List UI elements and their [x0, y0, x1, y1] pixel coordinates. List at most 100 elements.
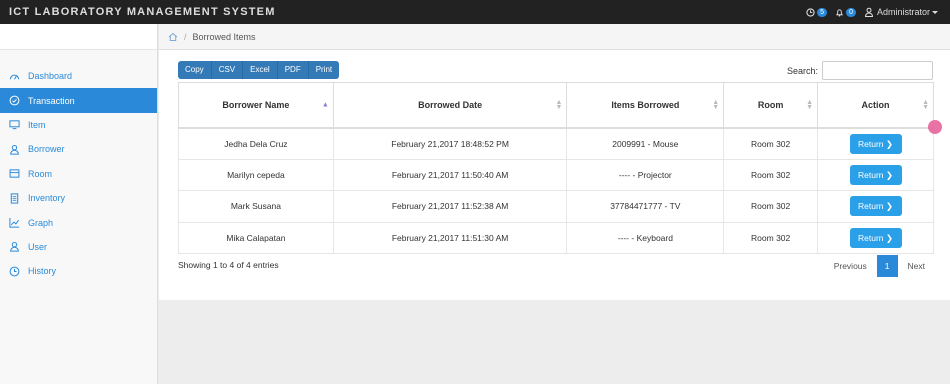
- sidebar-item-history[interactable]: History: [0, 259, 157, 283]
- sidebar-item-borrower[interactable]: Borrower: [0, 137, 157, 161]
- column-header-action[interactable]: Action ▲ ▼: [817, 82, 934, 129]
- pdf-button[interactable]: PDF: [277, 61, 309, 79]
- print-button[interactable]: Print: [308, 61, 340, 79]
- clock-badge: 5: [817, 7, 828, 17]
- cell-room: Room 302: [723, 158, 819, 191]
- bell-notification[interactable]: 0: [835, 7, 856, 17]
- cell-date: February 21,2017 18:48:52 PM: [332, 127, 568, 160]
- sidebar-item-dashboard[interactable]: Dashboard: [0, 64, 157, 88]
- sidebar-item-label: Item: [28, 119, 46, 130]
- column-header-borrowed-date[interactable]: Borrowed Date ▲ ▼: [332, 82, 568, 129]
- sidebar-menu: Dashboard Transaction Item Borrower Room…: [0, 64, 157, 284]
- table-row: Mika Calapatan February 21,2017 11:51:30…: [178, 221, 934, 254]
- return-button[interactable]: Return ❯: [849, 227, 902, 248]
- table-row: Mark Susana February 21,2017 11:52:38 AM…: [178, 190, 934, 223]
- excel-button[interactable]: Excel: [243, 61, 278, 79]
- history-icon: [9, 266, 20, 277]
- cell-borrower: Mika Calapatan: [178, 221, 334, 254]
- search-box: Search:: [787, 61, 933, 80]
- search-input[interactable]: [822, 61, 933, 80]
- sidebar-item-label: Dashboard: [28, 71, 73, 82]
- sidebar-item-item[interactable]: Item: [0, 113, 157, 137]
- borrowed-items-panel: Copy CSV Excel PDF Print Search: Borrowe…: [159, 50, 950, 300]
- csv-button[interactable]: CSV: [211, 61, 244, 79]
- top-navbar: ICT LABORATORY MANAGEMENT SYSTEM 5 0 Adm…: [0, 0, 950, 24]
- sidebar-item-room[interactable]: Room: [0, 162, 157, 186]
- sidebar-item-label: Borrower: [28, 144, 65, 155]
- sidebar-item-label: Transaction: [28, 95, 75, 106]
- column-header-room[interactable]: Room ▲ ▼: [723, 82, 819, 129]
- sidebar-header: [0, 24, 157, 50]
- transaction-icon: [9, 95, 20, 106]
- sort-icon: ▲ ▼: [806, 98, 814, 111]
- cell-item: ---- - Projector: [566, 158, 725, 191]
- return-button[interactable]: Return ❯: [849, 196, 902, 217]
- chevron-down-icon: [932, 10, 938, 14]
- user-icon: [9, 144, 20, 155]
- user-name: Administrator: [876, 7, 930, 17]
- user-menu[interactable]: Administrator: [864, 7, 938, 17]
- next-page-button[interactable]: Next: [898, 255, 935, 277]
- sidebar-item-inventory[interactable]: Inventory: [0, 186, 157, 210]
- cell-room: Room 302: [723, 190, 819, 223]
- cell-room: Room 302: [723, 127, 819, 160]
- sort-asc-icon: ▲: [321, 101, 329, 109]
- previous-page-button[interactable]: Previous: [824, 255, 877, 277]
- cell-action: Return ❯: [817, 221, 934, 254]
- graph-icon: [9, 217, 20, 228]
- bell-icon: [836, 8, 844, 17]
- cell-action: Return ❯: [817, 127, 934, 160]
- cell-borrower: Jedha Dela Cruz: [178, 127, 334, 160]
- sidebar-item-label: Graph: [28, 217, 54, 228]
- copy-button[interactable]: Copy: [178, 61, 212, 79]
- bell-badge: 0: [846, 7, 856, 17]
- sidebar-item-label: History: [28, 266, 57, 277]
- app-title[interactable]: ICT LABORATORY MANAGEMENT SYSTEM: [9, 6, 276, 18]
- chevron-right-icon: ❯: [885, 201, 894, 212]
- sidebar-item-transaction[interactable]: Transaction: [0, 88, 157, 113]
- sort-icon: ▲ ▼: [712, 98, 720, 111]
- sort-icon: ▲ ▼: [555, 98, 563, 111]
- cursor-highlight: [928, 120, 942, 134]
- sidebar-item-label: User: [28, 241, 48, 252]
- chevron-right-icon: ❯: [885, 138, 894, 149]
- sidebar: Dashboard Transaction Item Borrower Room…: [0, 24, 158, 384]
- content-background: [159, 300, 950, 384]
- search-label: Search:: [786, 65, 818, 76]
- sidebar-item-label: Inventory: [28, 193, 66, 204]
- export-buttons: Copy CSV Excel PDF Print: [178, 61, 340, 79]
- sort-icon: ▲ ▼: [922, 98, 929, 111]
- breadcrumb: / Borrowed Items: [159, 24, 950, 50]
- page-1-button[interactable]: 1: [876, 255, 898, 277]
- table-row: Jedha Dela Cruz February 21,2017 18:48:5…: [178, 127, 934, 160]
- sidebar-item-label: Room: [28, 168, 53, 179]
- clock-icon: [806, 7, 815, 17]
- cell-item: ---- - Keyboard: [566, 221, 725, 254]
- breadcrumb-current: Borrowed Items: [192, 31, 256, 42]
- cell-date: February 21,2017 11:50:40 AM: [332, 158, 568, 191]
- sidebar-item-user[interactable]: User: [0, 235, 157, 259]
- cell-action: Return ❯: [817, 190, 934, 223]
- return-button[interactable]: Return ❯: [849, 164, 902, 185]
- borrowed-items-table: Borrower Name ▲ Borrowed Date ▲ ▼ Items Bor…: [178, 82, 934, 254]
- cell-borrower: Mark Susana: [178, 190, 334, 223]
- sidebar-item-graph[interactable]: Graph: [0, 210, 157, 234]
- cell-borrower: Marilyn cepeda: [178, 158, 334, 191]
- breadcrumb-separator: /: [184, 31, 187, 42]
- monitor-icon: [9, 119, 20, 130]
- chevron-right-icon: ❯: [885, 232, 894, 243]
- return-button[interactable]: Return ❯: [849, 133, 902, 154]
- cell-date: February 21,2017 11:51:30 AM: [332, 221, 568, 254]
- inventory-icon: [9, 193, 20, 204]
- dashboard-icon: [9, 71, 20, 82]
- column-header-items-borrowed[interactable]: Items Borrowed ▲ ▼: [566, 82, 725, 129]
- home-icon[interactable]: [168, 32, 178, 42]
- cell-date: February 21,2017 11:52:38 AM: [332, 190, 568, 223]
- pagination: Previous 1 Next: [824, 255, 935, 277]
- cell-room: Room 302: [723, 221, 819, 254]
- clock-notification[interactable]: 5: [806, 7, 828, 17]
- user-icon: [9, 241, 20, 253]
- room-icon: [9, 168, 20, 179]
- column-header-borrower-name[interactable]: Borrower Name ▲: [178, 82, 334, 129]
- cell-item: 2009991 - Mouse: [566, 127, 725, 160]
